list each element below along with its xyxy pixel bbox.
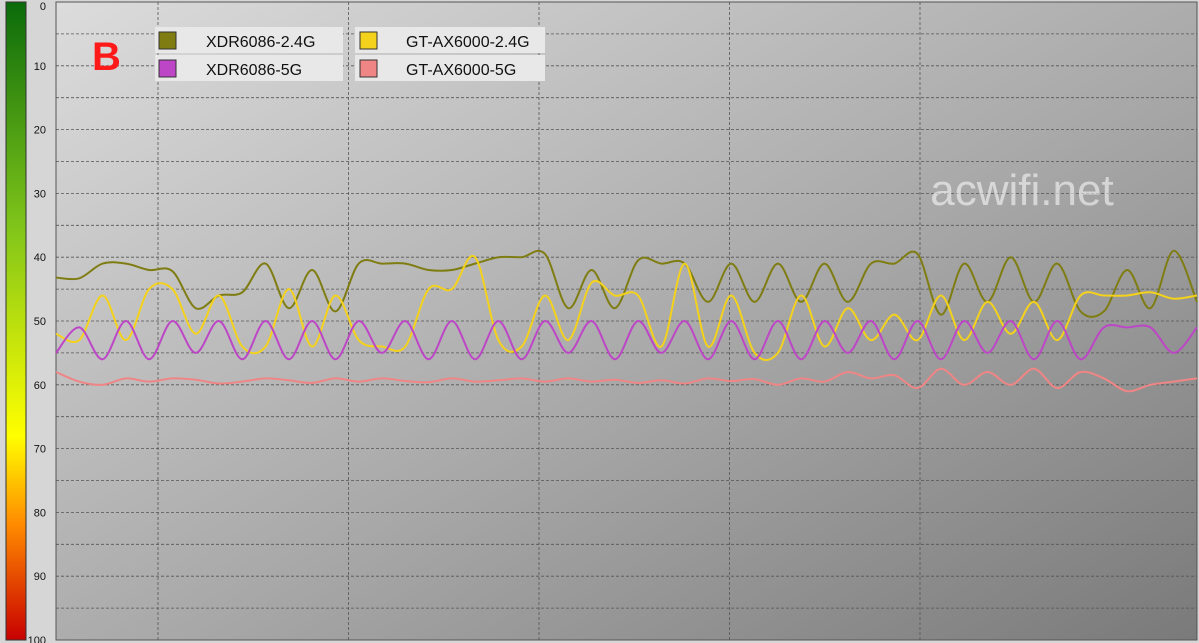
y-tick-label: 10 <box>34 61 46 73</box>
legend-label: GT-AX6000-5G <box>406 62 516 79</box>
legend-swatch <box>158 59 177 78</box>
y-tick-label: 60 <box>34 380 46 392</box>
y-tick-label: 100 <box>28 635 46 643</box>
signal-color-bar <box>5 1 27 641</box>
y-tick-label: 50 <box>34 316 46 328</box>
y-tick-label: 40 <box>34 252 46 264</box>
legend-swatch <box>359 59 378 78</box>
y-tick-label: 20 <box>34 125 46 137</box>
legend-swatch <box>158 31 177 50</box>
y-tick-label: 0 <box>40 1 46 13</box>
watermark: acwifi.net <box>930 166 1113 215</box>
y-tick-label: 30 <box>34 188 46 200</box>
y-tick-label: 70 <box>34 444 46 456</box>
y-tick-label: 80 <box>34 507 46 519</box>
legend-label: GT-AX6000-2.4G <box>406 34 530 51</box>
legend-label: XDR6086-5G <box>206 62 302 79</box>
y-tick-label: 90 <box>34 571 46 583</box>
chart: 0 10 20 30 40 50 60 70 80 90 100 acwifi.net XDR608… <box>0 0 1199 643</box>
legend-label: XDR6086-2.4G <box>206 34 315 51</box>
panel-label: B <box>92 35 121 79</box>
legend-swatch <box>359 31 378 50</box>
